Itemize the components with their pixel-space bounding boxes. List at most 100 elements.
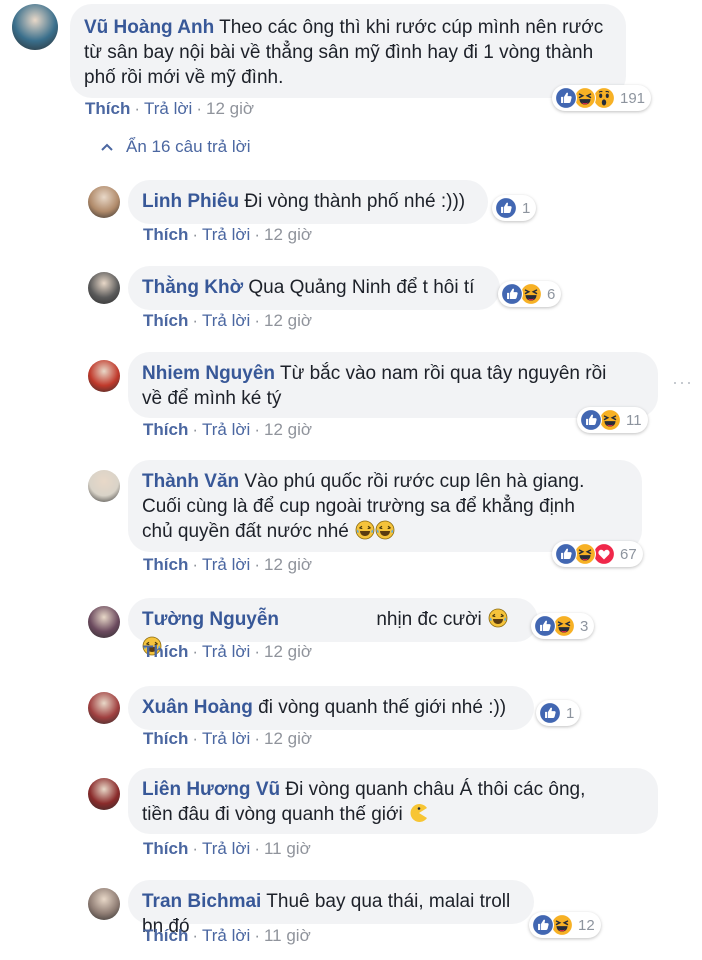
reaction-summary[interactable]: 3 (531, 613, 595, 639)
reaction-count: 67 (620, 545, 637, 563)
haha-icon (551, 914, 573, 936)
separator-dot: · (254, 555, 260, 574)
like-icon (501, 283, 523, 305)
comment-bubble: Tường Nguyễn nhịn đc cười (128, 598, 538, 642)
comment-author[interactable]: Tường Nguyễn (142, 609, 279, 630)
comment-bubble: Thành Văn Vào phú quốc rồi rước cup lên … (128, 460, 642, 552)
reaction-summary[interactable]: 11 (577, 407, 648, 433)
reply-link[interactable]: Trả lời (202, 926, 250, 945)
like-link[interactable]: Thích (85, 99, 130, 118)
reply-link[interactable]: Trả lời (144, 99, 192, 118)
separator-dot: · (254, 225, 260, 244)
reply-link[interactable]: Trả lời (202, 729, 250, 748)
comment-text-line: Cuối cùng là để cup ngoài trường sa để k… (142, 496, 575, 517)
like-link[interactable]: Thích (143, 729, 188, 748)
comment-text-line: Từ bắc vào nam rồi qua tây nguyên rồi (279, 363, 607, 384)
comment-text-line: phố rồi mới về mỹ đình. (84, 67, 284, 88)
like-link[interactable]: Thích (143, 642, 188, 661)
comment-timestamp[interactable]: 12 giờ (264, 642, 312, 661)
separator-dot: · (254, 926, 260, 945)
comment-author[interactable]: Thằng Khờ (142, 277, 243, 298)
like-icon (495, 197, 517, 219)
reply-link[interactable]: Trả lời (202, 555, 250, 574)
reaction-summary[interactable]: 1 (536, 700, 581, 726)
reply-link[interactable]: Trả lời (202, 420, 250, 439)
comment-bubble: Vũ Hoàng Anh Theo các ông thì khi rước c… (70, 4, 626, 98)
avatar[interactable] (88, 888, 120, 920)
reaction-summary[interactable]: 191 (552, 85, 652, 111)
comment-timestamp[interactable]: 12 giờ (206, 99, 254, 118)
haha-icon (553, 615, 575, 637)
comment-actions: Thích · Trả lời · 11 giờ (143, 839, 311, 859)
separator-dot: · (192, 729, 199, 748)
avatar[interactable] (12, 4, 58, 50)
reply-link[interactable]: Trả lời (202, 311, 250, 330)
like-link[interactable]: Thích (143, 839, 188, 858)
separator-dot: · (192, 420, 199, 439)
reply-link[interactable]: Trả lời (202, 642, 250, 661)
reaction-count: 3 (580, 617, 589, 635)
comment-actions: Thích · Trả lời · 12 giờ (85, 99, 254, 119)
separator-dot: · (192, 225, 199, 244)
comment-bubble: Tran Bichmai Thuê bay qua thái, malai tr… (128, 880, 534, 937)
haha-icon (574, 87, 596, 109)
comment-author[interactable]: Vũ Hoàng Anh (84, 17, 214, 38)
separator-dot: · (192, 311, 199, 330)
comment-text-line: Theo các ông thì khi rước cúp mình nên r… (219, 17, 604, 38)
comment-actions: Thích · Trả lời · 11 giờ (143, 926, 311, 946)
comment-timestamp[interactable]: 12 giờ (264, 225, 312, 244)
love-icon (593, 543, 615, 565)
avatar[interactable] (88, 186, 120, 218)
like-icon (534, 615, 556, 637)
comment-actions: Thích · Trả lời · 12 giờ (143, 311, 312, 331)
reaction-count: 6 (547, 285, 556, 303)
separator-dot: · (254, 311, 260, 330)
comment-author[interactable]: Xuân Hoàng (142, 697, 253, 718)
comment-text-line: Vào phú quốc rồi rước cup lên hà giang. (244, 471, 585, 492)
reply-link[interactable]: Trả lời (202, 839, 250, 858)
comment-timestamp[interactable]: 12 giờ (264, 555, 312, 574)
avatar[interactable] (88, 470, 120, 502)
laughing-emoji-icon (488, 608, 508, 635)
wow-icon (593, 87, 615, 109)
separator-dot: · (192, 926, 199, 945)
separator-dot: · (192, 555, 199, 574)
reaction-summary[interactable]: 6 (498, 281, 562, 307)
reaction-summary[interactable]: 12 (529, 912, 601, 938)
avatar[interactable] (88, 692, 120, 724)
like-link[interactable]: Thích (143, 420, 188, 439)
reaction-count: 12 (578, 916, 595, 934)
separator-dot: · (254, 420, 260, 439)
haha-icon (599, 409, 621, 431)
comment-timestamp[interactable]: 11 giờ (264, 926, 311, 945)
hide-replies-text: Ẩn 16 câu trả lời (126, 137, 251, 156)
like-icon (539, 702, 561, 724)
reaction-summary[interactable]: 1 (492, 195, 537, 221)
comment-text-line: đi vòng quanh thế giới nhé :)) (258, 697, 507, 718)
comment-author[interactable]: Linh Phiêu (142, 191, 239, 212)
reaction-summary[interactable]: 67 (552, 541, 643, 567)
avatar[interactable] (88, 272, 120, 304)
avatar[interactable] (88, 606, 120, 638)
comment-timestamp[interactable]: 12 giờ (264, 420, 312, 439)
comment-timestamp[interactable]: 11 giờ (264, 839, 311, 858)
separator-dot: · (254, 642, 260, 661)
like-link[interactable]: Thích (143, 311, 188, 330)
avatar[interactable] (88, 360, 120, 392)
comment-timestamp[interactable]: 12 giờ (264, 729, 312, 748)
avatar[interactable] (88, 778, 120, 810)
comment-author[interactable]: Nhiem Nguyên (142, 363, 275, 384)
like-link[interactable]: Thích (143, 555, 188, 574)
hide-replies-link[interactable]: Ẩn 16 câu trả lời (100, 137, 251, 157)
more-options-icon[interactable]: ··· (672, 372, 693, 393)
like-link[interactable]: Thích (143, 926, 188, 945)
comment-author[interactable]: Liên Hương Vũ (142, 779, 280, 800)
comment-actions: Thích · Trả lời · 12 giờ (143, 225, 312, 245)
like-icon (555, 543, 577, 565)
like-link[interactable]: Thích (143, 225, 188, 244)
comment-timestamp[interactable]: 12 giờ (264, 311, 312, 330)
comment-text-line: từ sân bay nội bài về thẳng sân mỹ đình … (84, 42, 594, 63)
reply-link[interactable]: Trả lời (202, 225, 250, 244)
comment-author[interactable]: Tran Bichmai (142, 891, 261, 912)
comment-author[interactable]: Thành Văn (142, 471, 239, 492)
